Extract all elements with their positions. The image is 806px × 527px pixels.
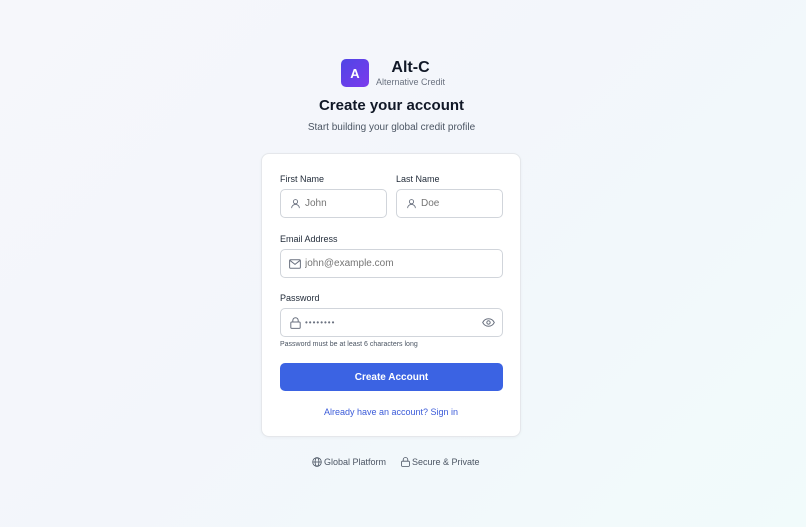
lock-icon [400,457,410,467]
create-account-button[interactable]: Create Account [280,363,503,391]
brand-name: Alt-C [391,58,430,76]
brand-tagline: Alternative Credit [376,76,446,87]
brand-header: A Alt-C Alternative Credit [341,58,445,88]
last-name-input[interactable] [421,198,502,209]
last-name-label: Last Name [396,174,440,184]
email-input[interactable] [305,258,502,269]
email-field[interactable] [280,249,503,278]
mail-icon [289,258,301,270]
user-icon [405,198,417,210]
lock-icon [289,316,301,329]
footer-item-global: Global Platform [312,457,386,467]
globe-icon [312,457,322,467]
password-input[interactable]: •••••••• [305,318,481,327]
password-hint: Password must be at least 6 characters l… [280,341,418,348]
first-name-field[interactable] [280,189,387,218]
first-name-label: First Name [280,174,325,184]
footer-label-global: Global Platform [324,457,387,467]
footer-label-secure: Secure & Private [412,457,480,467]
brand-logo: A [341,59,369,87]
eye-icon[interactable] [481,316,495,330]
brand-text: Alt-C Alternative Credit [376,59,445,88]
sign-in-link[interactable]: Already have an account? Sign in [262,407,520,417]
page-subtitle: Start building your global credit profil… [307,122,476,133]
signup-card: First Name Last Name Email Address [261,153,521,437]
first-name-input[interactable] [305,198,386,209]
footer-item-secure: Secure & Private [400,457,480,467]
password-field[interactable]: •••••••• [280,308,503,337]
password-label: Password [280,293,320,303]
footer: Global Platform Secure & Private [312,457,480,467]
page-title: Create your account [318,97,465,114]
email-label: Email Address [280,234,338,244]
last-name-field[interactable] [396,189,503,218]
user-icon [289,198,301,210]
